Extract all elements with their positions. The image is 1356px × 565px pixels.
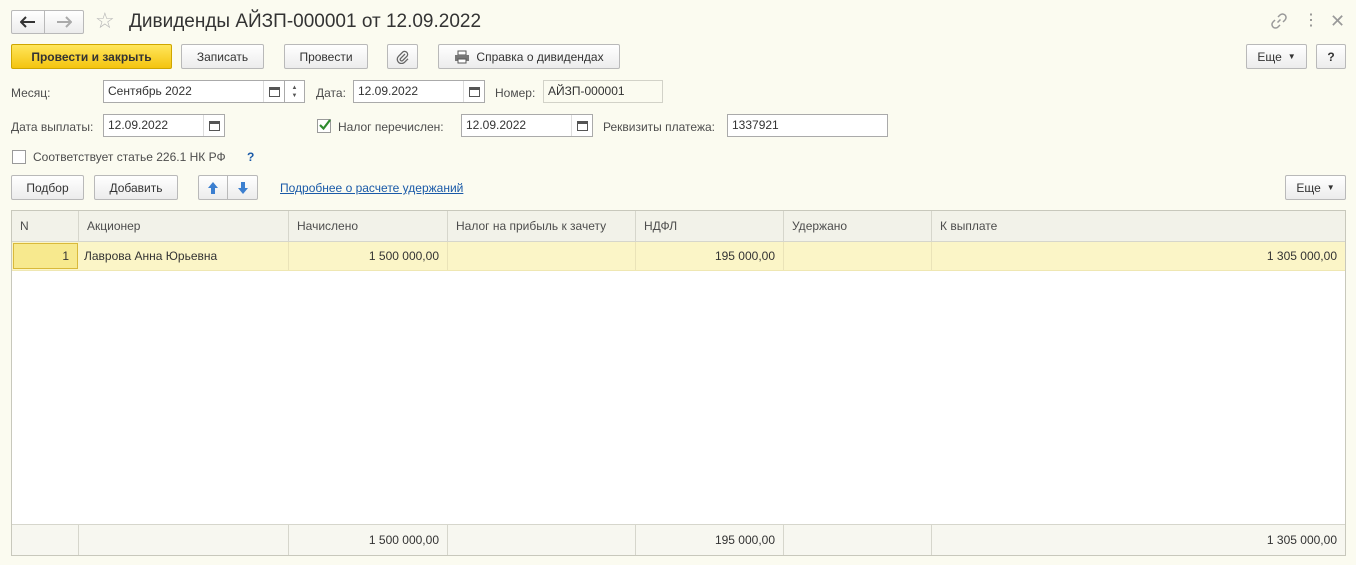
cell-profit-tax[interactable] (448, 242, 636, 270)
col-n[interactable]: N (12, 211, 79, 241)
cell-accrued[interactable]: 1 500 000,00 (289, 242, 448, 270)
dividend-report-button[interactable]: Справка о дивидендах (438, 44, 620, 69)
month-stepper[interactable]: ▲ ▼ (284, 80, 305, 103)
table-more-label: Еще (1296, 180, 1321, 195)
payment-date-input[interactable]: 12.09.2022 (103, 114, 225, 137)
arrow-down-icon (237, 181, 248, 194)
arrow-right-icon (57, 16, 72, 28)
payment-details-label: Реквизиты платежа: (603, 120, 715, 134)
post-and-close-button[interactable]: Провести и закрыть (11, 44, 172, 69)
payment-date-value: 12.09.2022 (108, 118, 169, 132)
stepper-up-icon[interactable]: ▲ (292, 84, 298, 92)
calendar-icon[interactable] (463, 81, 484, 102)
dividend-report-label: Справка о дивидендах (476, 49, 604, 64)
article-226-checkbox[interactable] (12, 150, 26, 164)
cell-withheld[interactable] (784, 242, 932, 270)
link-icon[interactable] (1271, 13, 1287, 32)
cell-to-pay[interactable]: 1 305 000,00 (932, 242, 1345, 270)
calendar-icon[interactable] (571, 115, 592, 136)
payment-date-label: Дата выплаты: (11, 120, 94, 134)
close-icon[interactable]: ✕ (1330, 10, 1345, 32)
total-n (12, 525, 79, 555)
table-footer-totals: 1 500 000,00 195 000,00 1 305 000,00 (12, 524, 1345, 555)
back-button[interactable] (11, 10, 45, 34)
month-input[interactable]: Сентябрь 2022 (103, 80, 285, 103)
kebab-menu-icon[interactable]: ⋮ (1303, 11, 1319, 31)
post-button[interactable]: Провести (284, 44, 368, 69)
table-header: N Акционер Начислено Налог на прибыль к … (12, 211, 1345, 242)
cell-ndfl[interactable]: 195 000,00 (636, 242, 784, 270)
table-more-button[interactable]: Еще ▼ (1285, 175, 1346, 200)
calendar-icon[interactable] (263, 81, 284, 102)
cell-n[interactable]: 1 (13, 243, 78, 269)
col-accrued[interactable]: Начислено (289, 211, 448, 241)
tax-transferred-date-value: 12.09.2022 (466, 118, 527, 132)
arrow-left-icon (20, 16, 35, 28)
month-label: Месяц: (11, 86, 51, 100)
favorite-star-icon[interactable]: ☆ (95, 10, 115, 32)
total-profit-tax (448, 525, 636, 555)
total-ndfl: 195 000,00 (636, 525, 784, 555)
move-down-button[interactable] (227, 175, 258, 200)
col-to-pay[interactable]: К выплате (932, 211, 1345, 241)
dropdown-arrow-icon: ▼ (1287, 52, 1296, 61)
paperclip-icon (396, 50, 408, 64)
printer-icon (455, 50, 470, 63)
date-input[interactable]: 12.09.2022 (353, 80, 485, 103)
calendar-icon[interactable] (203, 115, 224, 136)
number-field: АЙЗП-000001 (543, 80, 663, 103)
tax-transferred-label: Налог перечислен: (338, 120, 444, 134)
total-accrued: 1 500 000,00 (289, 525, 448, 555)
move-up-button[interactable] (198, 175, 228, 200)
col-shareholder[interactable]: Акционер (79, 211, 289, 241)
total-withheld (784, 525, 932, 555)
date-label: Дата: (316, 86, 346, 100)
tax-transferred-date-input[interactable]: 12.09.2022 (461, 114, 593, 137)
cell-shareholder[interactable]: Лаврова Анна Юрьевна (79, 242, 289, 270)
col-withheld[interactable]: Удержано (784, 211, 932, 241)
save-button[interactable]: Записать (181, 44, 264, 69)
payment-details-input[interactable]: 1337921 (727, 114, 888, 137)
stepper-down-icon[interactable]: ▼ (292, 92, 298, 100)
col-profit-tax[interactable]: Налог на прибыль к зачету (448, 211, 636, 241)
month-value: Сентябрь 2022 (108, 84, 192, 98)
col-ndfl[interactable]: НДФЛ (636, 211, 784, 241)
shareholders-table: N Акционер Начислено Налог на прибыль к … (11, 210, 1346, 556)
add-button[interactable]: Добавить (94, 175, 178, 200)
more-button[interactable]: Еще ▼ (1246, 44, 1307, 69)
checkmark-icon (319, 119, 331, 131)
number-label: Номер: (495, 86, 536, 100)
date-value: 12.09.2022 (358, 84, 419, 98)
forward-button[interactable] (44, 10, 84, 34)
article-226-label: Соответствует статье 226.1 НК РФ (33, 150, 226, 164)
page-title: Дивиденды АЙЗП-000001 от 12.09.2022 (129, 11, 482, 32)
deductions-details-link[interactable]: Подробнее о расчете удержаний (280, 181, 463, 195)
table-row[interactable]: 1 Лаврова Анна Юрьевна 1 500 000,00 195 … (12, 242, 1345, 271)
arrow-up-icon (208, 181, 218, 194)
total-to-pay: 1 305 000,00 (1266, 533, 1337, 547)
help-icon[interactable]: ? (247, 150, 254, 164)
attach-button[interactable] (387, 44, 418, 69)
help-button[interactable]: ? (1316, 44, 1346, 69)
dropdown-arrow-icon: ▼ (1326, 183, 1335, 192)
more-label: Еще (1257, 49, 1282, 64)
tax-transferred-checkbox[interactable] (317, 119, 331, 133)
total-shareholder (79, 525, 289, 555)
select-button[interactable]: Подбор (11, 175, 84, 200)
